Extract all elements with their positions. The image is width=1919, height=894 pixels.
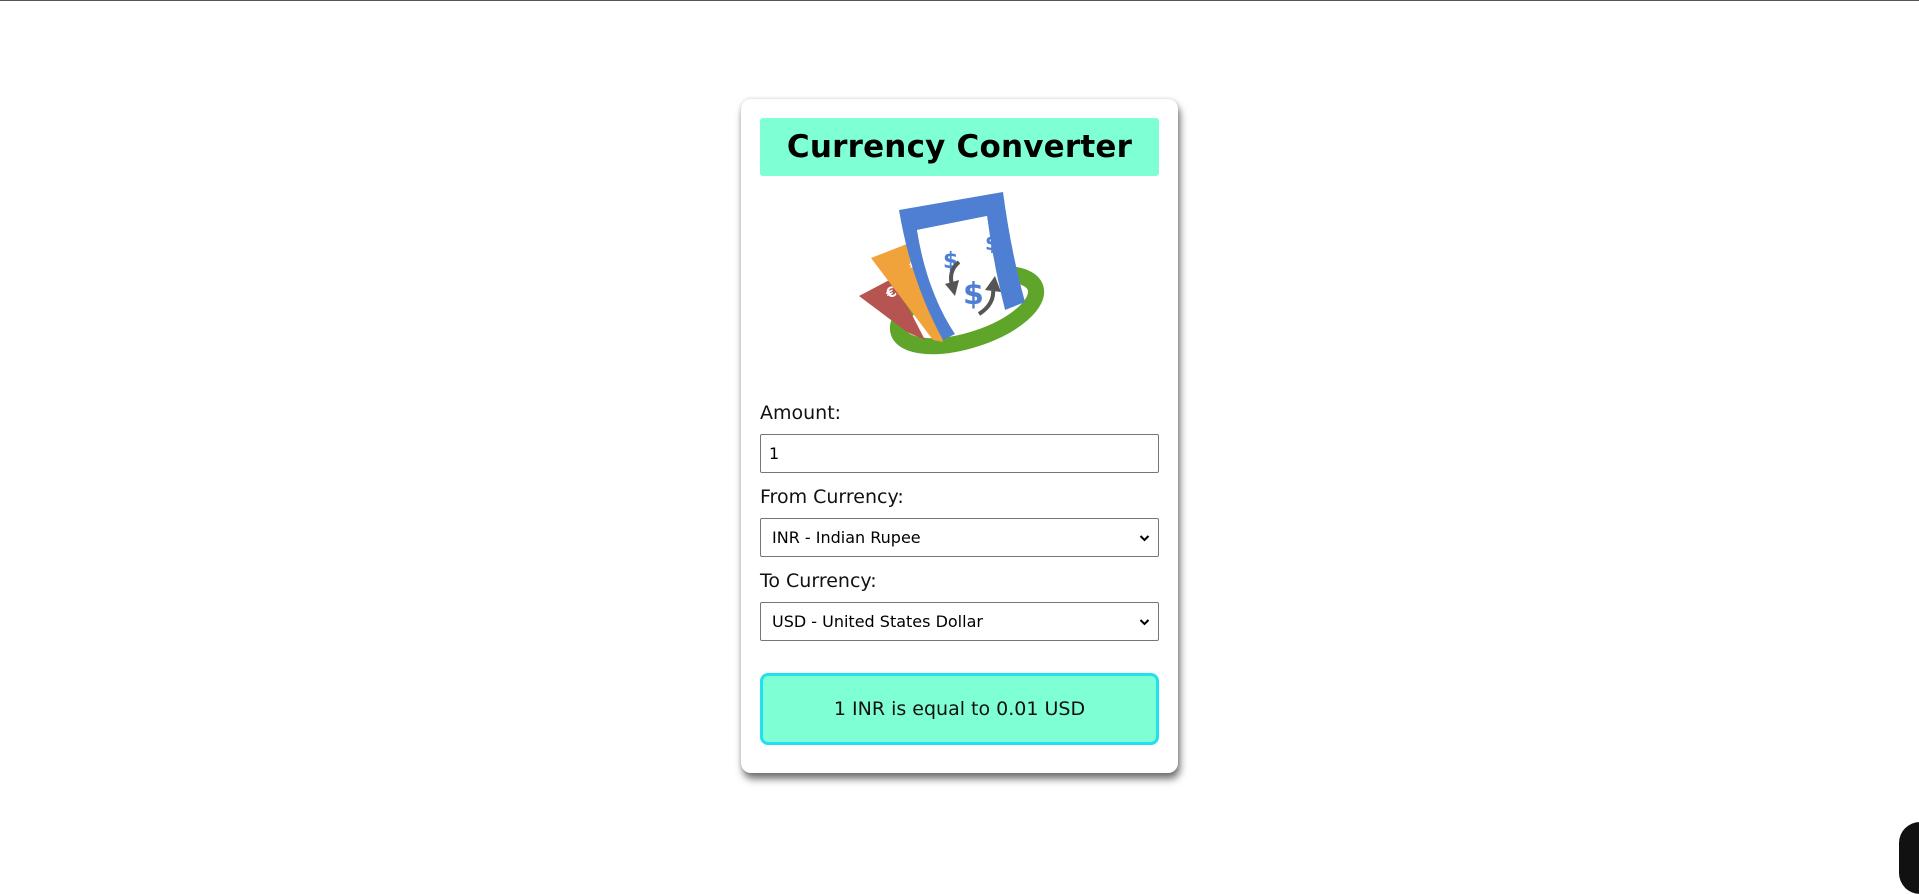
to-currency-select[interactable]: USD - United States Dollar [760, 602, 1159, 641]
amount-label: Amount: [760, 402, 842, 424]
chevron-down-icon [1139, 618, 1150, 625]
svg-text:$: $ [985, 231, 999, 255]
converter-card: Currency Converter € € $ $ $ Amount: [741, 99, 1178, 773]
title-bar: Currency Converter [760, 118, 1159, 176]
conversion-result: 1 INR is equal to 0.01 USD [760, 673, 1159, 745]
currency-exchange-logo-icon: € € $ $ $ [858, 192, 1044, 355]
floating-widget-button[interactable] [1899, 822, 1919, 894]
from-currency-label: From Currency: [760, 486, 904, 508]
logo-container: € € $ $ $ [760, 192, 1159, 370]
page-title: Currency Converter [786, 129, 1133, 165]
from-currency-select[interactable]: INR - Indian Rupee [760, 518, 1159, 557]
from-currency-value: INR - Indian Rupee [772, 528, 921, 547]
chevron-down-icon [1139, 534, 1150, 541]
amount-input[interactable]: 1 [760, 434, 1159, 473]
to-currency-value: USD - United States Dollar [772, 612, 983, 631]
to-currency-label: To Currency: [760, 570, 877, 592]
svg-text:$: $ [963, 277, 984, 312]
amount-value: 1 [769, 444, 780, 463]
